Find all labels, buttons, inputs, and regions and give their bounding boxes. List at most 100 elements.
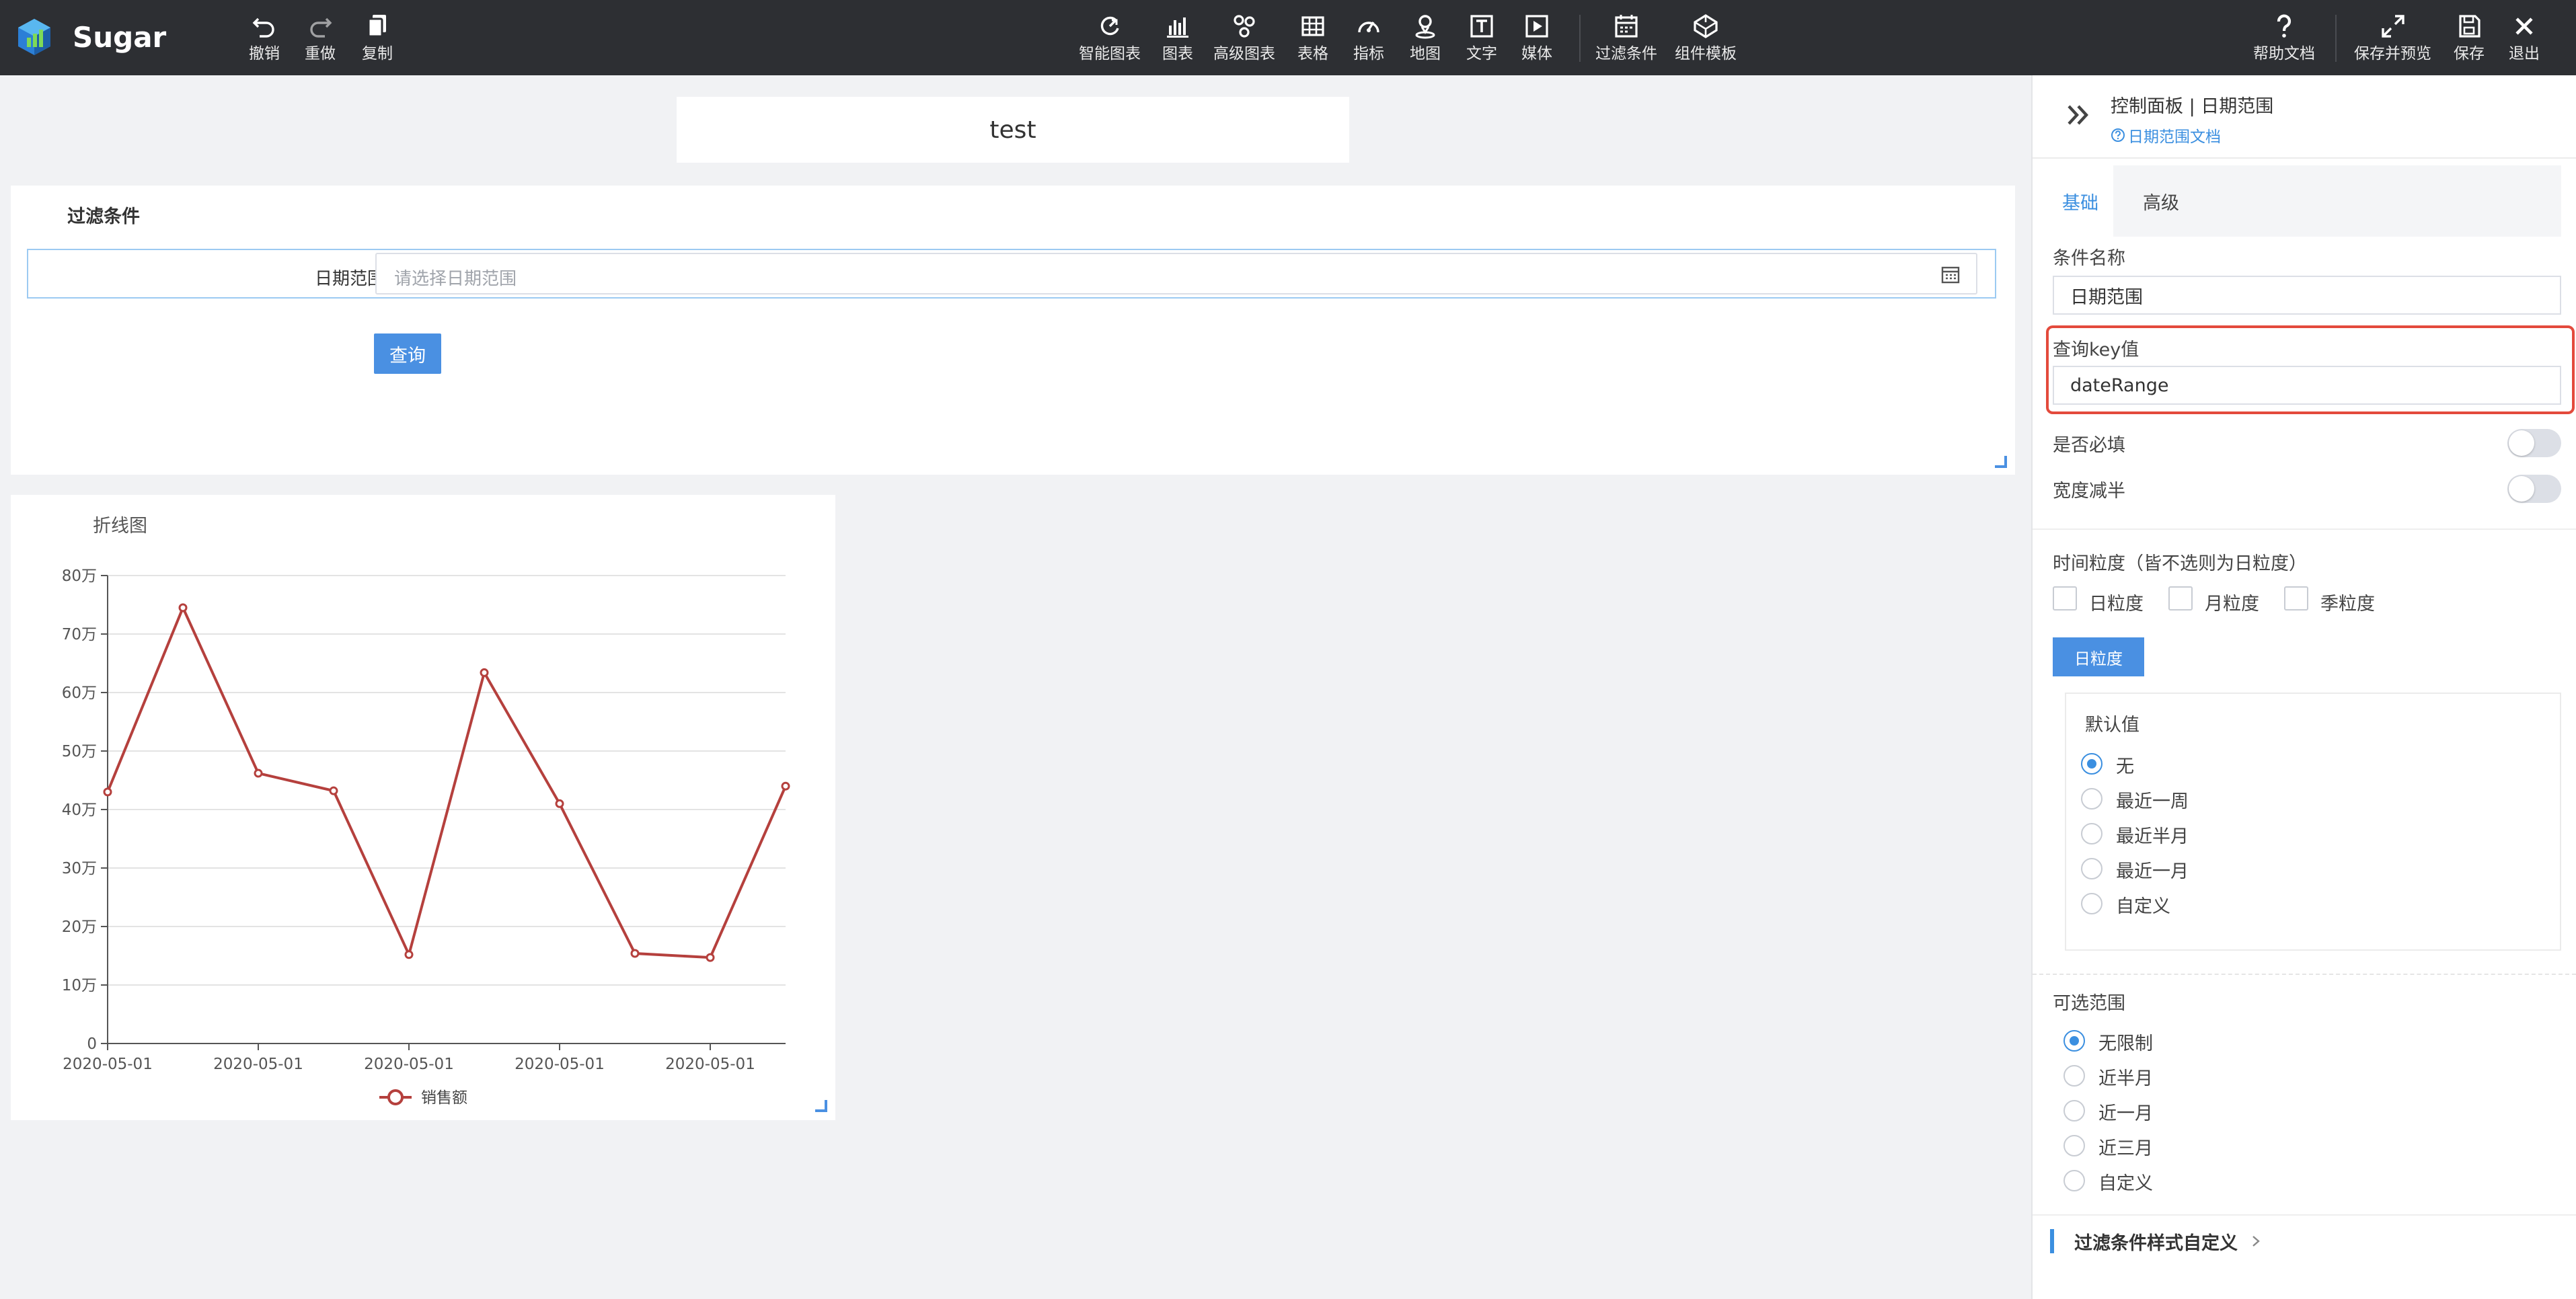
filter-card-resize-handle[interactable]	[1995, 456, 2007, 468]
default-option-month: 最近一月	[2116, 861, 2189, 882]
required-toggle[interactable]	[2507, 429, 2561, 457]
condition-name-input[interactable]: 日期范围	[2053, 276, 2561, 315]
line-chart: 0 10万 20万 30万 40万 50万 60万 70万 80万 2020-05-01 2020-…	[62, 567, 790, 1107]
table-icon	[1301, 16, 1324, 36]
panel-header: 控制面板 | 日期范围 日期范围文档	[2033, 75, 2576, 159]
section-divider	[2033, 1214, 2576, 1216]
required-label: 是否必填	[2053, 435, 2125, 456]
advanced-chart-button[interactable]: 高级图表	[1213, 12, 1275, 69]
calendar-icon[interactable]	[1940, 264, 1961, 285]
panel-breadcrumb: 控制面板 | 日期范围	[2111, 96, 2274, 117]
quarter-granularity-checkbox[interactable]	[2284, 586, 2308, 611]
filter-component-card[interactable]: 过滤条件 日期范围 请选择日期范围 查询	[11, 186, 2015, 475]
default-option-none: 无	[2116, 756, 2134, 777]
data-point	[178, 603, 188, 613]
half-width-label: 宽度减半	[2053, 481, 2125, 502]
data-point	[103, 787, 112, 797]
range-radio-unlimited[interactable]	[2063, 1030, 2085, 1052]
default-radio-none[interactable]	[2081, 753, 2103, 775]
panel-tabs: 基础 高级	[2047, 165, 2561, 237]
default-radio-custom[interactable]	[2081, 893, 2103, 914]
granularity-label: 时间粒度（皆不选则为日粒度）	[2053, 553, 2307, 574]
help-icon	[2277, 14, 2291, 38]
text-button[interactable]: 文字	[1466, 12, 1497, 69]
series-line	[106, 604, 787, 959]
condition-name-label: 条件名称	[2053, 248, 2125, 269]
tab-basic[interactable]: 基础	[2047, 165, 2113, 237]
month-granularity-checkbox[interactable]	[2168, 586, 2193, 611]
range-radio-three-months[interactable]	[2063, 1135, 2085, 1156]
data-point	[706, 953, 715, 962]
date-range-filter-row[interactable]: 日期范围 请选择日期范围	[27, 249, 1996, 299]
default-option-week: 最近一周	[2116, 791, 2189, 812]
table-button[interactable]: 表格	[1297, 12, 1328, 69]
smart-chart-button[interactable]: 智能图表	[1079, 12, 1141, 69]
range-option-three-months: 近三月	[2098, 1138, 2153, 1159]
filter-style-customize[interactable]: 过滤条件样式自定义	[2050, 1228, 2263, 1255]
map-button[interactable]: 地图	[1410, 12, 1441, 69]
undo-button[interactable]: 撤销	[249, 12, 280, 69]
redo-button[interactable]: 重做	[305, 12, 336, 69]
x-tick-label: 2020-05-01	[665, 1056, 755, 1073]
data-point	[781, 781, 790, 791]
x-tick-label: 2020-05-01	[515, 1056, 605, 1073]
filter-button[interactable]: 过滤条件	[1595, 12, 1657, 69]
y-tick-label: 60万	[62, 684, 97, 702]
section-divider	[2033, 528, 2576, 530]
y-tick-label: 70万	[62, 626, 97, 643]
date-range-doc-link[interactable]: 日期范围文档	[2111, 124, 2221, 147]
query-button[interactable]: 查询	[374, 333, 441, 374]
chart-card-resize-handle[interactable]	[815, 1100, 827, 1112]
default-option-half-month: 最近半月	[2116, 826, 2189, 847]
day-granularity-checkbox[interactable]	[2053, 586, 2077, 611]
media-button[interactable]: 媒体	[1521, 12, 1552, 69]
granularity-tag-button[interactable]: 日粒度	[2053, 637, 2144, 676]
map-pin-icon	[1415, 15, 1435, 39]
data-point	[329, 786, 338, 795]
range-radio-month[interactable]	[2063, 1100, 2085, 1121]
data-point	[555, 799, 564, 808]
double-chevron-right-icon[interactable]	[2063, 100, 2094, 130]
help-doc-button[interactable]: 帮助文档	[2253, 12, 2315, 69]
save-preview-button[interactable]: 保存并预览	[2354, 12, 2431, 69]
line-chart-card[interactable]: 折线图 0 10万 20万 30万 40万 50万 60万 70万 80万 2020-05-01 2…	[11, 495, 835, 1120]
date-range-input[interactable]: 请选择日期范围	[375, 253, 1977, 294]
quarter-granularity-label: 季粒度	[2320, 594, 2375, 615]
filter-card-title: 过滤条件	[67, 206, 140, 227]
filter-style-label: 过滤条件样式自定义	[2074, 1232, 2238, 1254]
range-option-custom: 自定义	[2098, 1173, 2153, 1194]
range-label: 可选范围	[2053, 993, 2125, 1014]
redo-icon	[310, 17, 332, 38]
dashboard-title-card[interactable]: test	[677, 97, 1349, 163]
legend-marker	[387, 1089, 404, 1105]
section-accent-bar	[2050, 1229, 2054, 1253]
section-divider	[2033, 974, 2576, 975]
half-width-toggle[interactable]	[2507, 475, 2561, 503]
default-radio-month[interactable]	[2081, 858, 2103, 879]
tab-advanced[interactable]: 高级	[2143, 165, 2179, 237]
range-radio-half-month[interactable]	[2063, 1065, 2085, 1087]
range-option-half-month: 近半月	[2098, 1068, 2153, 1089]
metric-button[interactable]: 指标	[1353, 12, 1384, 69]
y-tick-label: 20万	[62, 918, 97, 936]
default-radio-week[interactable]	[2081, 788, 2103, 810]
template-button[interactable]: 组件模板	[1675, 12, 1737, 69]
filter-calendar-icon	[1615, 15, 1638, 38]
default-radio-half-month[interactable]	[2081, 823, 2103, 844]
app-name: Sugar	[73, 21, 167, 54]
default-option-custom: 自定义	[2116, 896, 2170, 917]
copy-button[interactable]: 复制	[362, 12, 393, 69]
exit-button[interactable]: 退出	[2509, 12, 2540, 69]
help-circle-icon	[2111, 128, 2125, 142]
month-granularity-label: 月粒度	[2205, 594, 2259, 615]
save-button[interactable]: 保存	[2454, 12, 2485, 69]
x-tick-label: 2020-05-01	[364, 1056, 454, 1073]
data-point	[630, 949, 640, 958]
y-tick-label: 50万	[62, 743, 97, 760]
dashboard-title: test	[989, 116, 1036, 144]
range-radio-custom[interactable]	[2063, 1170, 2085, 1191]
day-granularity-label: 日粒度	[2089, 594, 2144, 615]
chart-button[interactable]: 图表	[1162, 12, 1193, 69]
query-key-input[interactable]: dateRange	[2053, 366, 2561, 405]
undo-icon	[252, 17, 274, 38]
